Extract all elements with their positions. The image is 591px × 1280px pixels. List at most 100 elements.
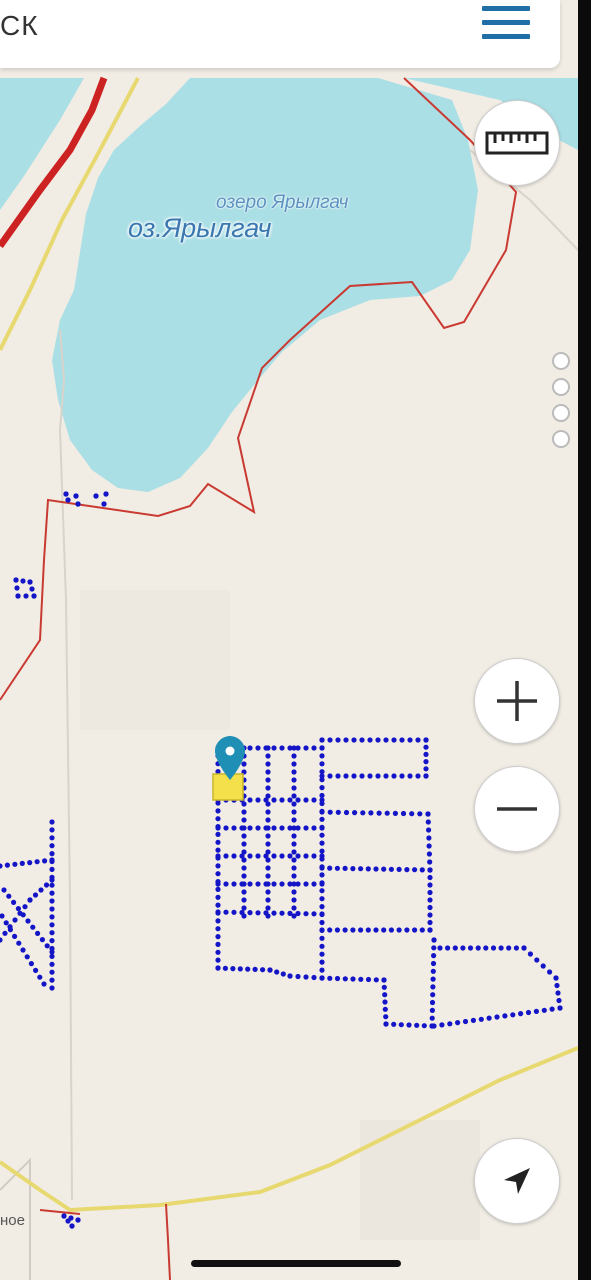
plot-dot — [311, 797, 317, 803]
plot-dot — [291, 897, 297, 903]
plot-dot — [215, 825, 221, 831]
plot-dot — [271, 825, 277, 831]
plot-dot — [49, 938, 55, 944]
plot-dot — [498, 945, 504, 951]
plot-dot — [445, 945, 451, 951]
plot-dot — [287, 881, 293, 887]
plot-dot — [478, 1016, 484, 1022]
plot-dot — [373, 977, 379, 983]
plot-dot — [274, 969, 280, 975]
plot-dot — [291, 801, 297, 807]
plot-dot — [447, 1021, 453, 1027]
plot-dot — [334, 975, 341, 982]
plot-dot — [342, 927, 348, 933]
plot-dot — [230, 966, 236, 972]
plot-dot — [0, 863, 3, 869]
locate-button[interactable] — [474, 1138, 560, 1224]
plot-dot — [399, 737, 405, 743]
plot-dot — [358, 976, 364, 982]
plot-dot — [319, 825, 325, 831]
plot-dot — [215, 808, 221, 814]
plot-dot — [255, 881, 261, 887]
plot-dot — [427, 904, 433, 911]
plot-dot — [350, 866, 356, 872]
plot-dot — [215, 918, 221, 924]
plot-dot — [271, 853, 277, 859]
ruler-button[interactable] — [474, 100, 560, 186]
plot-dot — [7, 924, 13, 930]
search-text[interactable]: СК — [0, 10, 39, 42]
navigation-arrow-icon — [504, 1168, 530, 1194]
plot-dot — [467, 945, 474, 951]
plot-dot — [319, 872, 325, 878]
plot-dot — [541, 1007, 547, 1013]
plot-dot — [342, 976, 348, 982]
plot-dot — [271, 881, 277, 887]
plot-dot — [30, 924, 36, 930]
plot-dot — [279, 881, 285, 887]
plot-dot — [427, 882, 433, 888]
plot-dot — [32, 892, 39, 898]
plot-dot — [319, 943, 325, 949]
plot-dot — [555, 990, 561, 996]
plot-dot — [527, 951, 534, 957]
plot-dot — [31, 593, 37, 599]
plot-dot — [19, 860, 25, 867]
hamburger-menu-icon[interactable] — [478, 2, 534, 44]
plot-dot — [73, 493, 79, 499]
plot-dot — [455, 1020, 461, 1026]
selected-plot-square[interactable] — [212, 773, 244, 801]
plot-dot — [431, 953, 437, 959]
plot-dot — [255, 910, 261, 916]
plot-dot — [431, 945, 437, 951]
plot-dot — [381, 866, 387, 872]
plot-dot — [265, 889, 271, 895]
plot-dot — [490, 945, 497, 951]
plot-dot — [265, 785, 271, 791]
plot-dot — [49, 877, 55, 883]
plot-dot — [327, 737, 333, 743]
home-indicator[interactable] — [191, 1260, 401, 1267]
plot-dot — [215, 926, 221, 932]
plot-dot — [375, 773, 381, 779]
plot-dot — [6, 893, 12, 899]
plot-dot — [452, 945, 458, 951]
plot-dot — [303, 825, 309, 831]
plot-dot — [382, 1006, 388, 1012]
plot-dot — [291, 753, 297, 759]
plot-dot — [49, 819, 55, 825]
plot-dot — [241, 897, 247, 903]
zoom-in-button[interactable] — [474, 658, 560, 744]
more-dots-icon[interactable] — [552, 352, 574, 452]
plot-dot — [381, 984, 387, 990]
plot-dot — [365, 927, 371, 933]
plot-dot — [49, 890, 55, 896]
plot-dot — [358, 866, 364, 872]
plot-dot — [311, 745, 317, 751]
plot-dot — [359, 737, 365, 743]
plot-dot — [247, 797, 253, 803]
plot-dot — [423, 759, 429, 765]
plot-dot — [241, 841, 247, 847]
plot-dot — [540, 963, 546, 969]
plot-dot — [49, 866, 55, 873]
plot-dot — [291, 857, 297, 863]
plot-dot — [265, 769, 271, 775]
plot-dot — [319, 919, 325, 926]
zoom-out-button[interactable] — [474, 766, 560, 852]
plot-dot — [231, 881, 237, 887]
plot-dot — [39, 937, 46, 943]
plot-dot — [279, 853, 285, 859]
plot-dot — [49, 961, 55, 967]
plot-dot — [215, 934, 221, 940]
plot-dot — [319, 785, 325, 791]
search-bar[interactable]: СК — [0, 0, 560, 68]
plot-dot — [343, 737, 349, 743]
plot-dot — [319, 865, 325, 871]
plot-dot — [295, 973, 301, 980]
plot-dot — [427, 889, 433, 896]
plot-dot — [75, 501, 81, 507]
plot-dot — [49, 969, 55, 975]
plot-dot — [382, 992, 388, 998]
plot-dot — [557, 1005, 563, 1011]
